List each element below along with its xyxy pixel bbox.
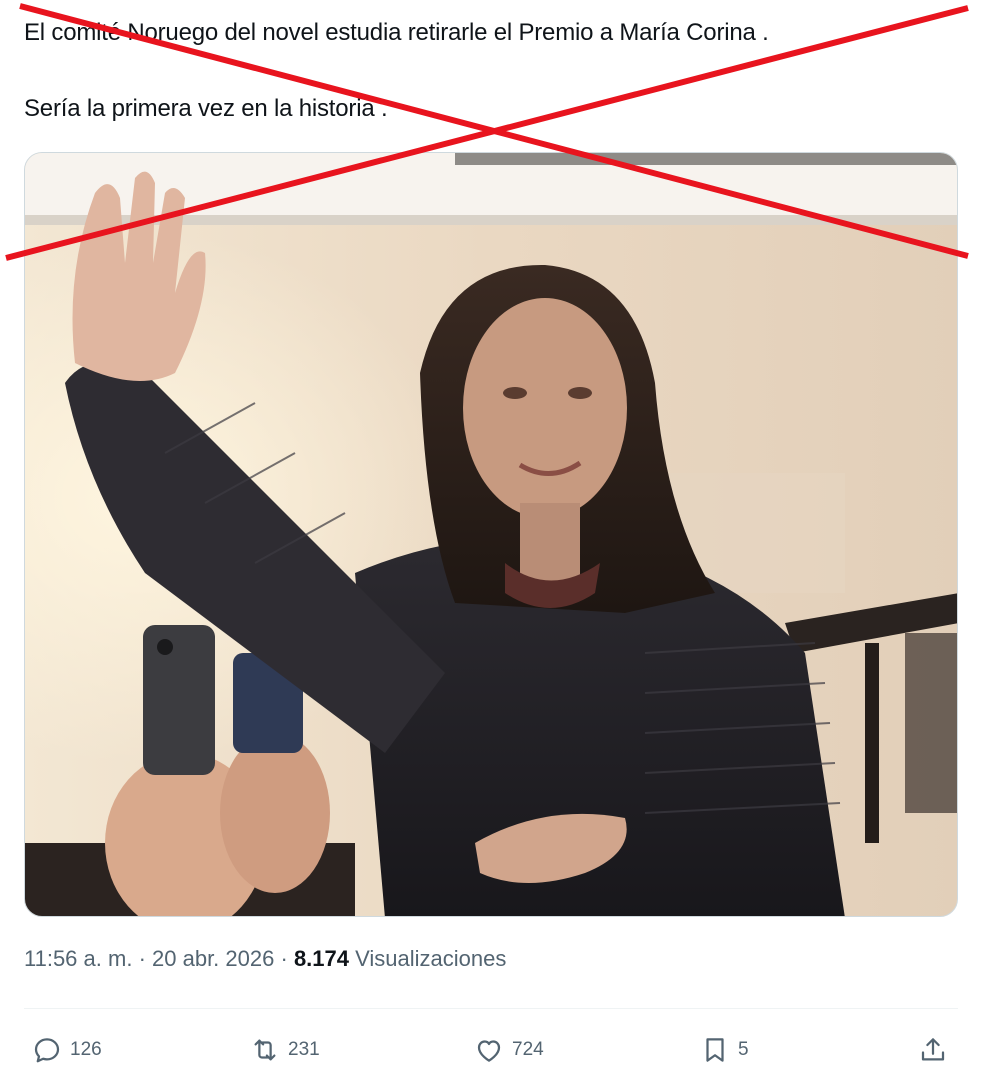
views-label: Visualizaciones xyxy=(355,946,507,971)
repost-icon xyxy=(254,1039,276,1061)
like-button[interactable]: 724 xyxy=(474,1028,544,1072)
tweet-time[interactable]: 11:56 a. m. xyxy=(24,946,132,971)
repost-button[interactable]: 231 xyxy=(250,1028,320,1072)
tweet-actions: 126 231 724 5 xyxy=(0,1028,988,1072)
tweet-text-line-1: El comité Noruego del novel estudia reti… xyxy=(24,19,769,46)
tweet-text: El comité Noruego del novel estudia reti… xyxy=(24,14,974,128)
reply-count: 126 xyxy=(70,1039,102,1060)
tweet-text-line-2: Sería la primera vez en la historia . xyxy=(24,95,388,122)
like-count: 724 xyxy=(512,1039,544,1060)
share-icon xyxy=(921,1038,945,1061)
photo-woman-waving xyxy=(25,153,957,916)
tweet-meta: 11:56 a. m. · 20 abr. 2026 · 8.174 Visua… xyxy=(24,946,506,972)
like-icon xyxy=(477,1040,501,1062)
reply-button[interactable]: 126 xyxy=(32,1028,102,1072)
repost-count: 231 xyxy=(288,1039,320,1060)
share-button[interactable] xyxy=(918,1028,948,1072)
divider xyxy=(24,1008,958,1009)
tweet-photo[interactable] xyxy=(24,152,958,917)
views-count: 8.174 xyxy=(293,946,349,971)
meta-separator-2: · xyxy=(280,946,288,971)
reply-icon xyxy=(34,1038,60,1063)
meta-separator: · xyxy=(138,946,146,971)
bookmark-count: 5 xyxy=(738,1039,749,1060)
bookmark-button[interactable]: 5 xyxy=(700,1028,749,1072)
tweet-date[interactable]: 20 abr. 2026 xyxy=(152,946,274,971)
bookmark-icon xyxy=(706,1038,724,1062)
